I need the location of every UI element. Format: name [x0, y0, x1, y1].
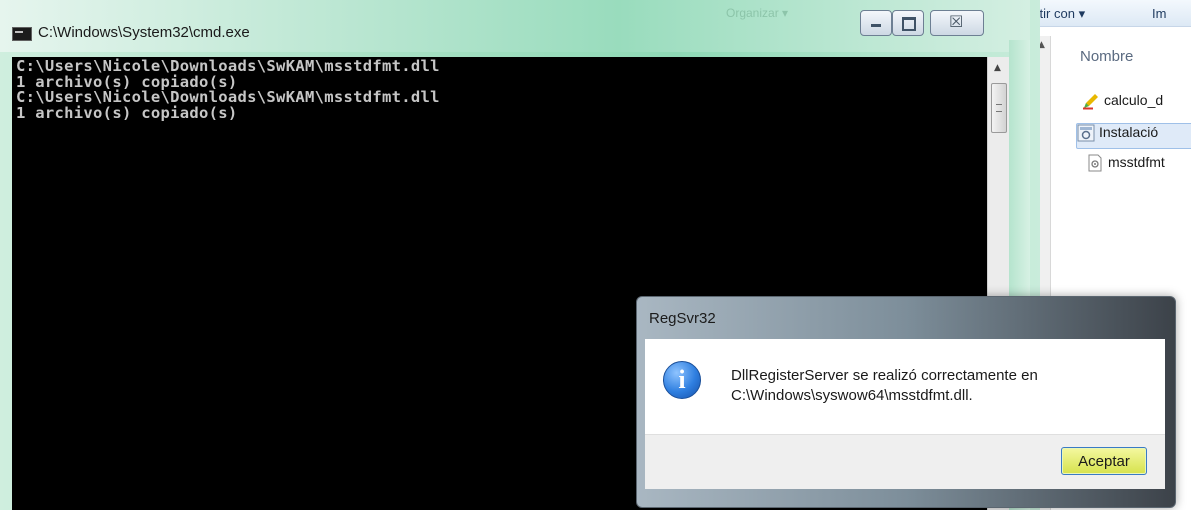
caption-buttons: ☒ — [860, 10, 1020, 36]
minimize-button[interactable] — [860, 10, 892, 36]
close-button[interactable]: ☒ — [930, 10, 984, 36]
dialog-body: i DllRegisterServer se realizó correctam… — [645, 339, 1165, 434]
console-line: 1 archivo(s) copiado(s) — [16, 103, 238, 122]
pencil-document-icon — [1082, 92, 1100, 110]
close-icon: ☒ — [949, 12, 964, 31]
file-item-selected[interactable]: Instalació — [1076, 123, 1191, 149]
column-header-name[interactable]: Nombre — [1080, 48, 1133, 65]
dialog-title: RegSvr32 — [649, 310, 716, 327]
file-name: calculo_d — [1104, 92, 1164, 108]
setup-file-icon — [1077, 124, 1095, 142]
cmd-app-icon[interactable] — [12, 27, 32, 41]
regsvr32-dialog: RegSvr32 i DllRegisterServer se realizó … — [636, 296, 1176, 508]
dialog-footer: Aceptar — [645, 434, 1165, 489]
scrollbar-thumb[interactable] — [991, 83, 1007, 133]
toolbar-item-cutoff[interactable]: Im — [1152, 6, 1166, 21]
information-icon: i — [663, 361, 701, 399]
file-name: Instalació — [1099, 124, 1159, 140]
cmd-titlebar[interactable]: Organizar ▾ C:\Windows\System32\cmd.exe … — [0, 0, 1030, 52]
file-item[interactable]: calculo_d — [1082, 92, 1191, 116]
accept-button[interactable]: Aceptar — [1061, 447, 1147, 475]
cmd-window-title: C:\Windows\System32\cmd.exe — [38, 24, 250, 41]
explorer-toolbar: artir con ▾ Im — [1020, 0, 1191, 27]
dll-file-icon — [1086, 154, 1104, 172]
message-line: C:\Windows\syswow64\msstdfmt.dll. — [731, 387, 973, 404]
message-line: DllRegisterServer se realizó correctamen… — [731, 367, 1038, 384]
file-item[interactable]: msstdfmt — [1086, 154, 1191, 178]
scroll-up-arrow-icon[interactable]: ▲ — [994, 63, 1001, 73]
dialog-message: DllRegisterServer se realizó correctamen… — [731, 366, 1038, 406]
file-name: msstdfmt — [1108, 154, 1165, 170]
maximize-button[interactable] — [892, 10, 924, 36]
faded-organize-label: Organizar ▾ — [726, 6, 789, 20]
